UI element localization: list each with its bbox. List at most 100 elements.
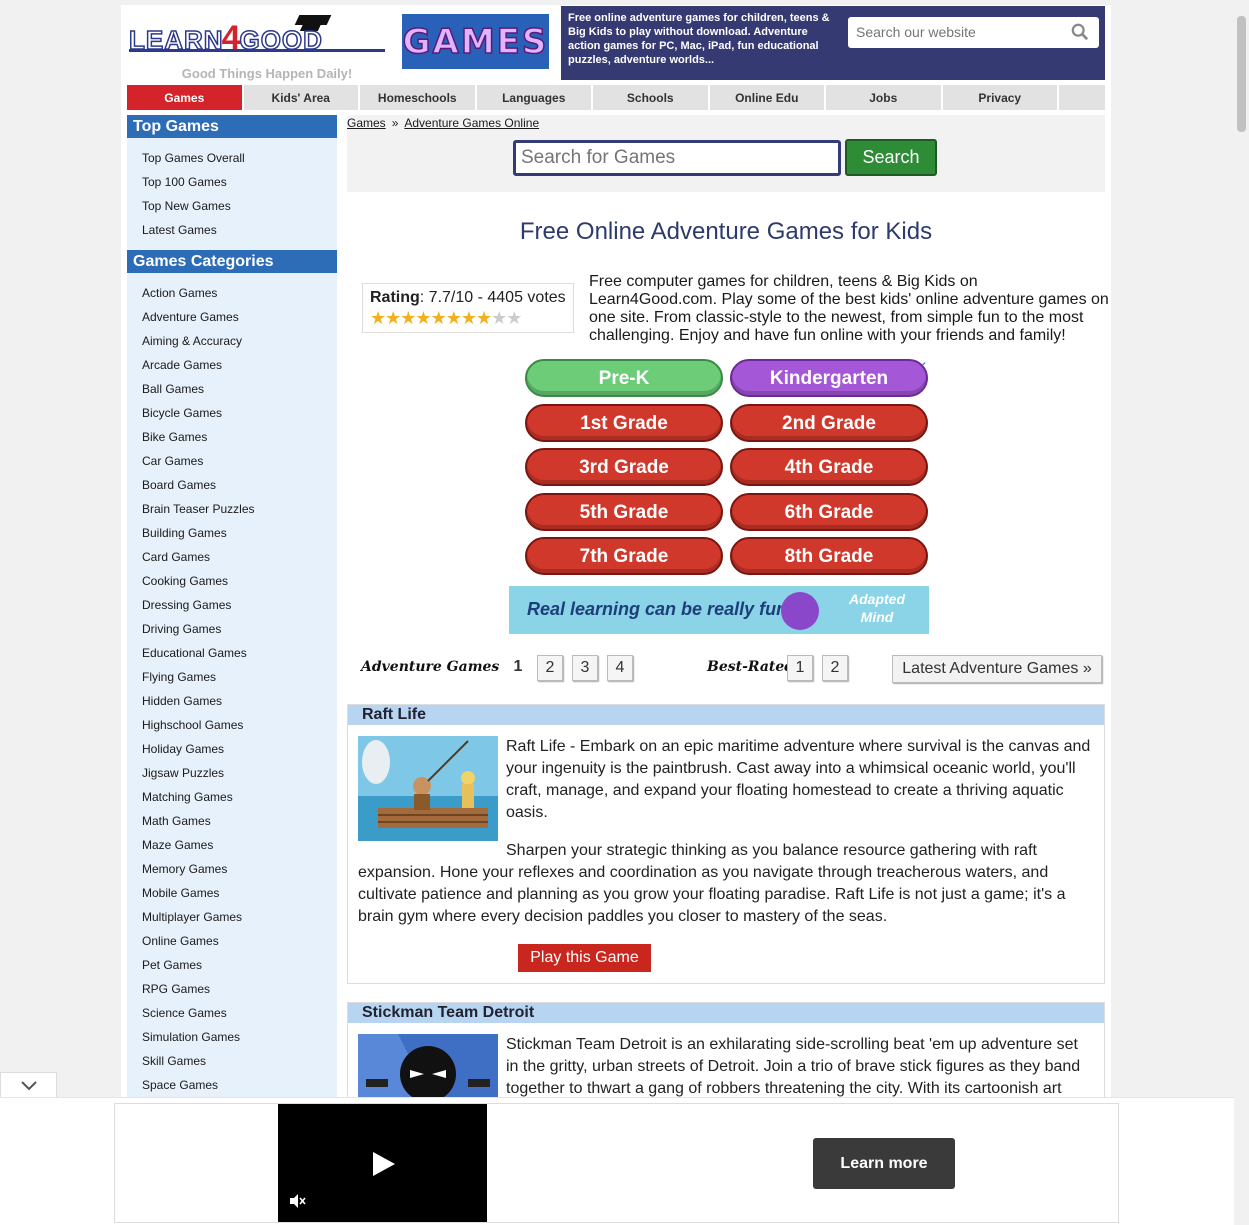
game-search-input[interactable] bbox=[513, 140, 841, 176]
rating-stars[interactable]: ★★★★★★★★★★ bbox=[370, 309, 566, 327]
sidebar-item-memory-games[interactable]: Memory Games bbox=[142, 857, 337, 881]
games-logo-text: GAMES bbox=[402, 21, 549, 63]
sidebar-item-car-games[interactable]: Car Games bbox=[142, 449, 337, 473]
nav-languages[interactable]: Languages bbox=[477, 85, 593, 110]
sidebar-item-space-games[interactable]: Space Games bbox=[142, 1073, 337, 1097]
sidebar-item-online-games[interactable]: Online Games bbox=[142, 929, 337, 953]
nav-kids-area[interactable]: Kids' Area bbox=[244, 85, 360, 110]
site-search-box[interactable] bbox=[848, 17, 1099, 48]
sidebar-item-skill-games[interactable]: Skill Games bbox=[142, 1049, 337, 1073]
breadcrumb: Games » Adventure Games Online bbox=[347, 116, 539, 130]
star-icon[interactable]: ★ bbox=[461, 308, 477, 328]
game-title[interactable]: Stickman Team Detroit bbox=[348, 1003, 1104, 1023]
grade-button-6th-grade[interactable]: 6th Grade bbox=[730, 492, 928, 531]
learn-more-button[interactable]: Learn more bbox=[813, 1138, 955, 1189]
star-icon[interactable]: ★ bbox=[476, 308, 492, 328]
latest-adventure-games-button[interactable]: Latest Adventure Games » bbox=[892, 655, 1102, 683]
sidebar-item-highschool-games[interactable]: Highschool Games bbox=[142, 713, 337, 737]
sidebar-item-maze-games[interactable]: Maze Games bbox=[142, 833, 337, 857]
sidebar-item-top-games-overall[interactable]: Top Games Overall bbox=[142, 146, 337, 170]
grade-button-3rd-grade[interactable]: 3rd Grade bbox=[525, 448, 723, 486]
search-icon[interactable] bbox=[1071, 23, 1089, 41]
grade-button-7th-grade[interactable]: 7th Grade bbox=[525, 537, 723, 575]
sidebar-item-aiming-and-accuracy[interactable]: Aiming & Accuracy bbox=[142, 329, 337, 353]
game-search-button[interactable]: Search bbox=[845, 139, 937, 176]
sidebar-item-jigsaw-puzzles[interactable]: Jigsaw Puzzles bbox=[142, 761, 337, 785]
page-3[interactable]: 3 bbox=[572, 655, 598, 681]
sidebar-item-action-games[interactable]: Action Games bbox=[142, 281, 337, 305]
play-game-button[interactable]: Play this Game bbox=[518, 944, 651, 972]
breadcrumb-games-link[interactable]: Games bbox=[347, 116, 386, 130]
grade-button-2nd-grade[interactable]: 2nd Grade bbox=[730, 403, 928, 442]
sidebar-item-rpg-games[interactable]: RPG Games bbox=[142, 977, 337, 1001]
nav-online-edu[interactable]: Online Edu bbox=[710, 85, 826, 110]
sidebar-heading-categories: Games Categories bbox=[127, 250, 337, 273]
sidebar-item-building-games[interactable]: Building Games bbox=[142, 521, 337, 545]
nav-jobs[interactable]: Jobs bbox=[826, 85, 943, 110]
sidebar-item-top-new-games[interactable]: Top New Games bbox=[142, 194, 337, 218]
games-logo[interactable]: GAMES bbox=[402, 14, 549, 69]
star-icon[interactable]: ★ bbox=[400, 308, 416, 328]
game-title[interactable]: Raft Life bbox=[348, 705, 1104, 725]
breadcrumb-current-link[interactable]: Adventure Games Online bbox=[404, 116, 539, 130]
star-icon[interactable]: ★ bbox=[431, 308, 447, 328]
sidebar-item-bike-games[interactable]: Bike Games bbox=[142, 425, 337, 449]
sidebar-item-holiday-games[interactable]: Holiday Games bbox=[142, 737, 337, 761]
sidebar-item-math-games[interactable]: Math Games bbox=[142, 809, 337, 833]
scrollbar-thumb[interactable] bbox=[1237, 16, 1246, 132]
mute-icon[interactable] bbox=[288, 1192, 306, 1210]
grade-button-4th-grade[interactable]: 4th Grade bbox=[730, 448, 928, 486]
sidebar-item-educational-games[interactable]: Educational Games bbox=[142, 641, 337, 665]
star-icon[interactable]: ★ bbox=[446, 308, 462, 328]
page-1: 1 bbox=[513, 658, 523, 675]
sidebar-item-dressing-games[interactable]: Dressing Games bbox=[142, 593, 337, 617]
sidebar-item-driving-games[interactable]: Driving Games bbox=[142, 617, 337, 641]
sidebar-item-hidden-games[interactable]: Hidden Games bbox=[142, 689, 337, 713]
sidebar-item-adventure-games[interactable]: Adventure Games bbox=[142, 305, 337, 329]
star-icon[interactable]: ★ bbox=[491, 308, 507, 328]
adapted-mind-banner[interactable]: Real learning can be really fun Adapted … bbox=[509, 586, 929, 634]
play-icon[interactable] bbox=[371, 1150, 397, 1178]
sidebar-item-latest-games[interactable]: Latest Games bbox=[142, 218, 337, 242]
grade-button-5th-grade[interactable]: 5th Grade bbox=[525, 492, 723, 531]
grade-button-pre-k[interactable]: Pre-K bbox=[525, 359, 723, 397]
sidebar-item-mobile-games[interactable]: Mobile Games bbox=[142, 881, 337, 905]
sidebar-item-card-games[interactable]: Card Games bbox=[142, 545, 337, 569]
sidebar-item-cooking-games[interactable]: Cooking Games bbox=[142, 569, 337, 593]
star-icon[interactable]: ★ bbox=[370, 308, 386, 328]
nav-schools[interactable]: Schools bbox=[593, 85, 710, 110]
sidebar-item-pet-games[interactable]: Pet Games bbox=[142, 953, 337, 977]
raft-life-thumbnail[interactable] bbox=[358, 736, 498, 841]
best-page-2[interactable]: 2 bbox=[822, 655, 848, 681]
grade-button-8th-grade[interactable]: 8th Grade bbox=[730, 537, 928, 575]
sidebar-item-simulation-games[interactable]: Simulation Games bbox=[142, 1025, 337, 1049]
sidebar-item-matching-games[interactable]: Matching Games bbox=[142, 785, 337, 809]
star-icon[interactable]: ★ bbox=[415, 308, 431, 328]
rating-text: Rating: 7.7/10 - 4405 votes bbox=[370, 289, 566, 307]
sidebar-item-flying-games[interactable]: Flying Games bbox=[142, 665, 337, 689]
sidebar-item-multiplayer-games[interactable]: Multiplayer Games bbox=[142, 905, 337, 929]
best-page-1[interactable]: 1 bbox=[787, 655, 813, 681]
ad-collapse-toggle[interactable] bbox=[0, 1072, 57, 1098]
page-scrollbar[interactable] bbox=[1234, 0, 1249, 1225]
stickman-thumbnail[interactable] bbox=[358, 1034, 498, 1105]
sidebar-item-arcade-games[interactable]: Arcade Games bbox=[142, 353, 337, 377]
sidebar-item-science-games[interactable]: Science Games bbox=[142, 1001, 337, 1025]
nav-privacy[interactable]: Privacy bbox=[943, 85, 1059, 110]
star-icon[interactable]: ★ bbox=[385, 308, 401, 328]
page-2[interactable]: 2 bbox=[537, 655, 563, 681]
sidebar-item-brain-teaser-puzzles[interactable]: Brain Teaser Puzzles bbox=[142, 497, 337, 521]
site-search-input[interactable] bbox=[848, 17, 1058, 46]
nav-homeschools[interactable]: Homeschools bbox=[360, 85, 477, 110]
page-4[interactable]: 4 bbox=[607, 655, 633, 681]
nav-games[interactable]: Games bbox=[127, 85, 244, 110]
sidebar-item-bicycle-games[interactable]: Bicycle Games bbox=[142, 401, 337, 425]
site-logo[interactable]: LEARN4GOOD Good Things Happen Daily! bbox=[128, 11, 387, 81]
grade-button-kindergarten[interactable]: Kindergarten bbox=[730, 359, 928, 397]
video-player[interactable] bbox=[278, 1104, 487, 1222]
sidebar-item-top-100-games[interactable]: Top 100 Games bbox=[142, 170, 337, 194]
star-icon[interactable]: ★ bbox=[506, 308, 522, 328]
sidebar-item-board-games[interactable]: Board Games bbox=[142, 473, 337, 497]
grade-button-1st-grade[interactable]: 1st Grade bbox=[525, 403, 723, 442]
sidebar-item-ball-games[interactable]: Ball Games bbox=[142, 377, 337, 401]
